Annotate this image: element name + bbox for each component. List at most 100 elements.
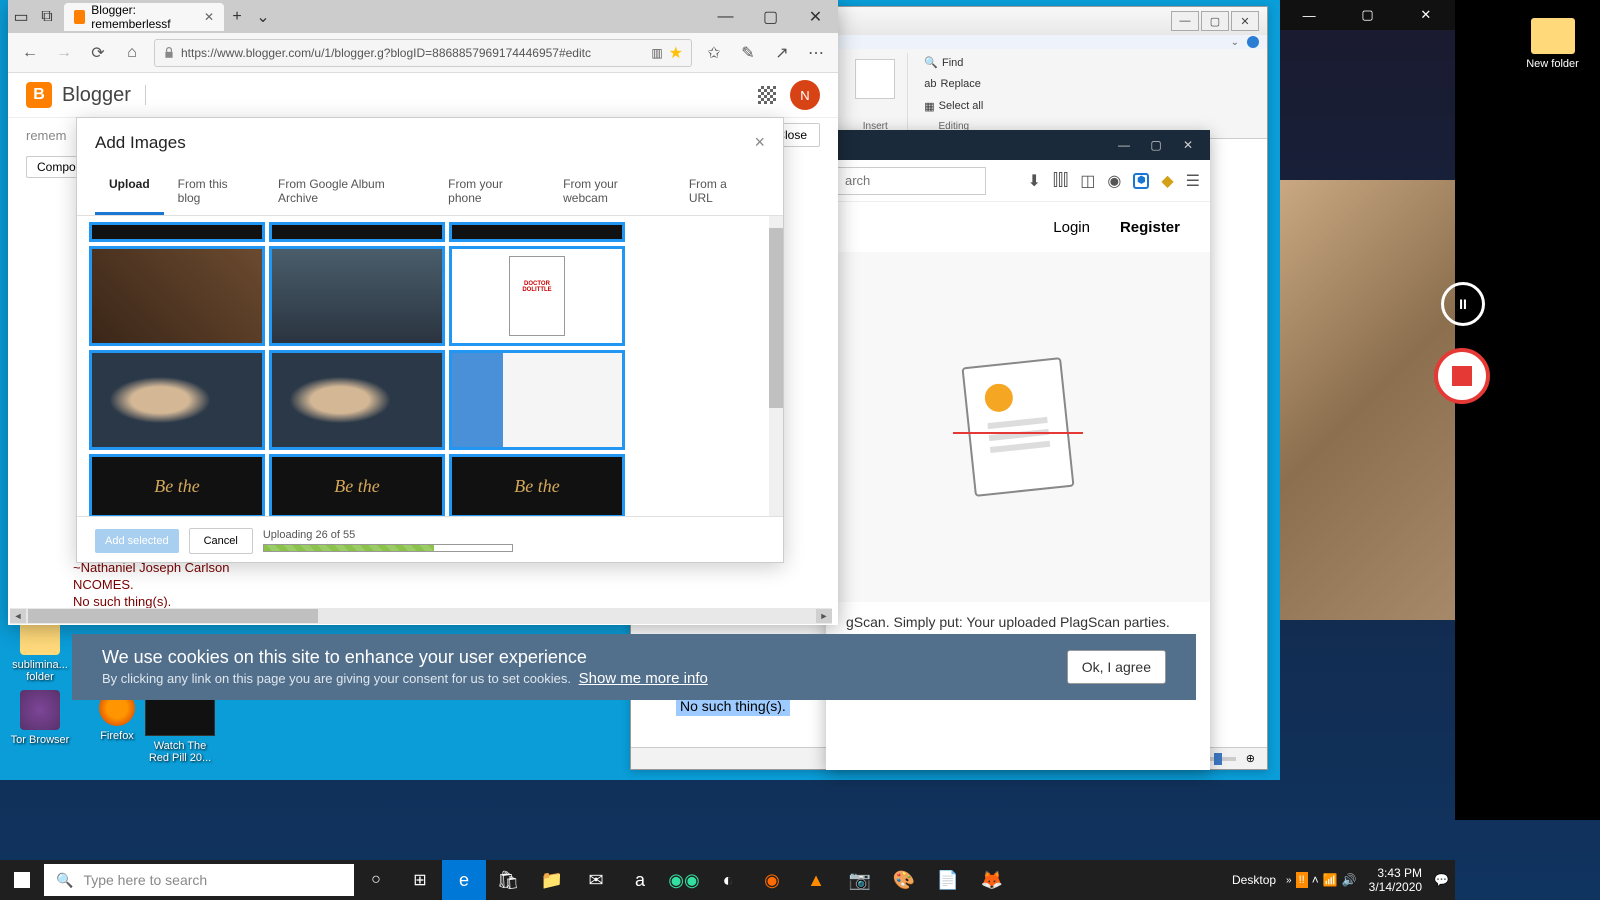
add-selected-button[interactable]: Add selected	[95, 529, 179, 553]
apps-grid-icon[interactable]	[758, 86, 776, 104]
taskbar-paint-icon[interactable]: 🎨	[882, 860, 926, 900]
scrollbar-thumb[interactable]	[769, 228, 783, 408]
cookie-more-link[interactable]: Show me more info	[579, 670, 708, 687]
ribbon-chevron-icon[interactable]: ⌄	[1231, 37, 1239, 48]
image-thumb[interactable]: Be the	[89, 454, 265, 516]
modal-tab-upload[interactable]: Upload	[95, 167, 164, 215]
help-icon[interactable]	[1247, 36, 1259, 48]
modal-tab-fromphone[interactable]: From your phone	[434, 167, 549, 215]
cookie-agree-button[interactable]: Ok, I agree	[1067, 650, 1166, 684]
recorder-stop-button[interactable]	[1434, 348, 1490, 404]
login-link[interactable]: Login	[1053, 219, 1090, 236]
url-input[interactable]: https://www.blogger.com/u/1/blogger.g?bl…	[154, 39, 692, 67]
modal-tab-fromurl[interactable]: From a URL	[675, 167, 765, 215]
back-button[interactable]: ←	[18, 41, 42, 65]
menu-icon[interactable]: ☰	[1186, 171, 1200, 191]
scroll-left-arrow[interactable]: ◄	[10, 609, 26, 623]
selectall-button[interactable]: ▦Select all	[924, 99, 983, 114]
cortana-button[interactable]: ○	[354, 860, 398, 900]
plag-minimize[interactable]: —	[1110, 134, 1138, 156]
scroll-right-arrow[interactable]: ►	[816, 609, 832, 623]
image-thumb[interactable]: Be the	[269, 454, 445, 516]
horizontal-scrollbar[interactable]: ◄ ►	[10, 608, 832, 624]
image-thumb[interactable]	[269, 222, 445, 242]
modal-close-icon[interactable]: ×	[754, 132, 765, 153]
sidebar-icon[interactable]: ◫	[1080, 171, 1095, 191]
image-thumb[interactable]	[269, 350, 445, 450]
wordpad-minimize[interactable]: —	[1171, 11, 1199, 31]
tray-chevron-icon[interactable]: »	[1286, 875, 1292, 886]
refresh-button[interactable]: ⟳	[86, 41, 110, 65]
taskbar-camera-icon[interactable]: 📷	[838, 860, 882, 900]
modal-tab-albumarchive[interactable]: From Google Album Archive	[264, 167, 434, 215]
post-title-input[interactable]: remem	[26, 128, 66, 143]
favorites-icon[interactable]: ✩	[702, 41, 726, 65]
desktop-toolbar[interactable]: Desktop	[1226, 873, 1282, 887]
browser-minimize[interactable]: —	[703, 2, 748, 32]
image-thumb[interactable]: Be the	[449, 454, 625, 516]
outer-minimize[interactable]: —	[1280, 0, 1338, 30]
desktop-icon-watch[interactable]: Watch The Red Pill 20...	[145, 690, 215, 764]
modal-tab-fromblog[interactable]: From this blog	[164, 167, 264, 215]
taskbar-firefox-icon[interactable]: 🦊	[970, 860, 1014, 900]
register-link[interactable]: Register	[1120, 219, 1180, 236]
start-button[interactable]	[0, 860, 44, 900]
share-icon[interactable]: ↗	[770, 41, 794, 65]
clear-icon[interactable]: ◆	[1161, 171, 1173, 191]
image-thumb[interactable]	[449, 350, 625, 450]
tab-actions-icon[interactable]: ⧉	[38, 8, 56, 26]
download-icon[interactable]: ⬇	[1027, 171, 1040, 191]
new-tab-button[interactable]: +	[228, 8, 246, 26]
account-icon[interactable]: ◉	[1107, 171, 1121, 191]
tab-actions-icon[interactable]: ▭	[12, 8, 30, 26]
taskbar-app-icon[interactable]: ◉	[750, 860, 794, 900]
tab-dropdown-icon[interactable]: ⌄	[254, 8, 272, 26]
taskbar-tripadvisor-icon[interactable]: ◉◉	[662, 860, 706, 900]
cancel-button[interactable]: Cancel	[189, 528, 253, 554]
taskbar-search-input[interactable]: 🔍 Type here to search	[44, 864, 354, 896]
more-icon[interactable]: ⋯	[804, 41, 828, 65]
taskbar-vlc-icon[interactable]: ▲	[794, 860, 838, 900]
taskbar-clock[interactable]: 3:43 PM 3/14/2020	[1361, 866, 1430, 895]
plag-maximize[interactable]: ▢	[1142, 134, 1170, 156]
taskbar-store-icon[interactable]: 🛍	[486, 860, 530, 900]
modal-tab-webcam[interactable]: From your webcam	[549, 167, 675, 215]
library-icon[interactable]: ⫿⫿⫿	[1053, 172, 1068, 190]
browser-tab[interactable]: Blogger: rememberlessf ✕	[64, 3, 224, 31]
forward-button[interactable]: →	[52, 41, 76, 65]
image-thumb[interactable]	[449, 222, 625, 242]
browser-close[interactable]: ✕	[793, 2, 838, 32]
tray-notification-icon[interactable]: !!	[1296, 872, 1308, 888]
image-thumb[interactable]	[89, 350, 265, 450]
recorder-pause-button[interactable]: II	[1441, 282, 1485, 326]
image-thumb[interactable]	[89, 246, 265, 346]
desktop-icon-sublimina[interactable]: sublimina... folder	[5, 615, 75, 683]
scrollbar-track[interactable]	[769, 216, 783, 516]
image-thumb[interactable]	[449, 246, 625, 346]
taskbar-mail-icon[interactable]: ✉	[574, 860, 618, 900]
tray-network-icon[interactable]: 📶	[1323, 873, 1338, 887]
taskbar-chrome-icon[interactable]: ◐	[706, 860, 750, 900]
task-view-button[interactable]: ⊞	[398, 860, 442, 900]
home-button[interactable]: ⌂	[120, 41, 144, 65]
plag-close[interactable]: ✕	[1174, 134, 1202, 156]
outer-maximize[interactable]: ▢	[1338, 0, 1396, 30]
notes-icon[interactable]: ✎	[736, 41, 760, 65]
outer-close[interactable]: ✕	[1397, 0, 1455, 30]
image-thumb[interactable]	[269, 246, 445, 346]
replace-button[interactable]: abReplace	[924, 77, 983, 91]
taskbar-amazon-icon[interactable]: a	[618, 860, 662, 900]
favorite-icon[interactable]: ★	[669, 43, 683, 63]
shield-icon[interactable]: ⬢	[1133, 173, 1149, 189]
taskbar-explorer-icon[interactable]: 📁	[530, 860, 574, 900]
account-avatar[interactable]: N	[790, 80, 820, 110]
scrollbar-thumb[interactable]	[28, 609, 318, 623]
reader-icon[interactable]: ▥	[651, 46, 662, 60]
zoom-in-icon[interactable]: ⊕	[1246, 752, 1255, 765]
image-thumb[interactable]	[89, 222, 265, 242]
tray-overflow-icon[interactable]: ˄	[1312, 873, 1319, 887]
desktop-icon-newfolder[interactable]: New folder	[1515, 18, 1590, 70]
wordpad-close[interactable]: ✕	[1231, 11, 1259, 31]
wordpad-maximize[interactable]: ▢	[1201, 11, 1229, 31]
tray-volume-icon[interactable]: 🔊	[1342, 873, 1357, 887]
